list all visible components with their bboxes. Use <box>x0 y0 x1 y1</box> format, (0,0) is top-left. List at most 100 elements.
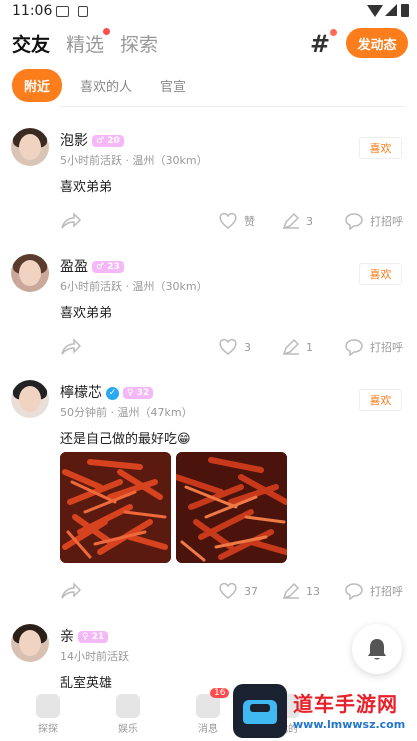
comment-action[interactable]: 1 <box>282 338 313 356</box>
crayfish-photo <box>60 452 171 563</box>
like-action[interactable]: 3 <box>218 338 251 356</box>
app-notification-icon <box>78 6 88 17</box>
avatar[interactable] <box>11 128 49 166</box>
avatar[interactable] <box>11 254 49 292</box>
username[interactable]: 檸檬芯 ✓ ♀ 32 <box>60 382 154 402</box>
watermark: 道车手游网 www.lmwwsz.com <box>233 684 417 741</box>
username-text: 亲 <box>60 629 74 645</box>
share-action[interactable] <box>60 338 88 356</box>
new-dot-icon <box>103 27 111 35</box>
avatar[interactable] <box>11 380 49 418</box>
avatar[interactable] <box>11 624 49 662</box>
like-count: 3 <box>244 340 251 354</box>
post-content: 还是自己做的最好吃😁 <box>60 432 191 447</box>
nav-entertainment[interactable]: 娱乐 <box>98 694 158 735</box>
level-badge: ♂ 20 <box>92 135 124 147</box>
level-badge: ♂ 23 <box>92 261 124 273</box>
like-button[interactable]: 喜欢 <box>359 263 402 285</box>
bell-icon <box>368 639 386 660</box>
level-badge: ♀ 21 <box>78 631 109 643</box>
comment-count: 3 <box>306 214 313 228</box>
share-action[interactable] <box>60 212 88 230</box>
nav-messages[interactable]: 16 消息 <box>178 688 238 735</box>
watermark-url: www.lmwwsz.com <box>293 718 406 731</box>
divider <box>60 106 405 107</box>
signal-icon <box>385 4 397 16</box>
username-text: 檸檬芯 <box>60 385 102 401</box>
post-meta: 5小时前活跃 · 温州（30km） <box>60 154 208 167</box>
greet-action[interactable]: 打招呼 <box>344 338 403 356</box>
share-icon <box>61 212 82 229</box>
crayfish-photo <box>176 452 287 563</box>
notification-bell-button[interactable] <box>352 624 402 674</box>
avatar-face <box>19 630 41 656</box>
discover-icon <box>36 694 60 718</box>
tab-friends[interactable]: 交友 <box>12 30 50 57</box>
like-button[interactable]: 喜欢 <box>359 137 402 159</box>
post-actions: 3 1 打招呼 <box>0 338 417 360</box>
subtab-official[interactable]: 官宣 <box>160 76 186 95</box>
top-tabs: 交友 精选 探索 <box>12 27 174 58</box>
subtab-liked[interactable]: 喜欢的人 <box>80 76 132 95</box>
topic-dot-icon <box>330 29 338 36</box>
post-content: 喜欢弟弟 <box>60 306 113 321</box>
pen-icon <box>282 212 300 230</box>
like-count: 37 <box>244 584 258 598</box>
post-photo[interactable] <box>60 452 171 563</box>
greet-action[interactable]: 打招呼 <box>344 582 403 600</box>
level-value: 23 <box>107 262 120 272</box>
post-button[interactable]: 发动态 <box>346 28 408 58</box>
like-action[interactable]: 赞 <box>218 212 255 230</box>
pen-icon <box>282 582 300 600</box>
car-window <box>250 704 270 712</box>
post-actions: 赞 3 打招呼 <box>0 212 417 234</box>
username-text: 盈盈 <box>60 259 88 275</box>
like-button[interactable]: 喜欢 <box>359 389 402 411</box>
nav-label: 娱乐 <box>118 724 138 735</box>
avatar-face <box>19 260 41 286</box>
username[interactable]: 盈盈 ♂ 23 <box>60 256 124 276</box>
comment-action[interactable]: 13 <box>282 582 320 600</box>
tab-featured[interactable]: 精选 <box>66 27 111 57</box>
level-badge: ♀ 32 <box>123 387 154 399</box>
heart-icon <box>219 212 237 229</box>
greet-label: 打招呼 <box>370 341 403 354</box>
unread-badge: 16 <box>210 688 230 698</box>
message-icon: 16 <box>196 688 230 718</box>
pen-icon <box>282 338 300 356</box>
level-value: 20 <box>107 136 120 146</box>
tab-explore[interactable]: 探索 <box>120 30 158 57</box>
nav-label: 消息 <box>198 724 218 735</box>
username[interactable]: 亲 ♀ 21 <box>60 626 109 646</box>
watermark-name: 道车手游网 <box>293 692 398 716</box>
chat-bubble-icon <box>345 339 363 356</box>
avatar-face <box>19 386 41 412</box>
nav-discover[interactable]: 探探 <box>18 694 78 735</box>
chat-bubble-icon <box>345 213 363 230</box>
greet-action[interactable]: 打招呼 <box>344 212 403 230</box>
post-content: 乱室英雄 <box>60 676 113 691</box>
nav-label: 探探 <box>38 724 58 735</box>
comment-count: 1 <box>306 340 313 354</box>
username[interactable]: 泡影 ♂ 20 <box>60 130 124 150</box>
post-meta: 14小时前活跃 <box>60 650 129 663</box>
status-time: 11:06 <box>12 3 53 19</box>
subtab-nearby[interactable]: 附近 <box>12 68 63 102</box>
like-action[interactable]: 37 <box>218 582 258 600</box>
watermark-logo-icon <box>233 684 287 738</box>
post-photo[interactable] <box>176 452 287 563</box>
comment-count: 13 <box>306 584 320 598</box>
sub-tabs: 附近 喜欢的人 官宣 <box>12 68 405 102</box>
post-content: 喜欢弟弟 <box>60 180 113 195</box>
share-action[interactable] <box>60 582 88 600</box>
heart-icon <box>219 582 237 599</box>
comment-action[interactable]: 3 <box>282 212 313 230</box>
notification-icon <box>56 6 69 17</box>
post-meta: 50分钟前 · 温州（47km） <box>60 406 193 419</box>
post-meta: 6小时前活跃 · 温州（30km） <box>60 280 208 293</box>
level-value: 21 <box>91 632 105 642</box>
heart-icon <box>219 338 237 355</box>
verified-icon: ✓ <box>106 386 119 400</box>
topic-hash-icon[interactable]: # <box>310 29 338 58</box>
greet-label: 打招呼 <box>370 585 403 598</box>
